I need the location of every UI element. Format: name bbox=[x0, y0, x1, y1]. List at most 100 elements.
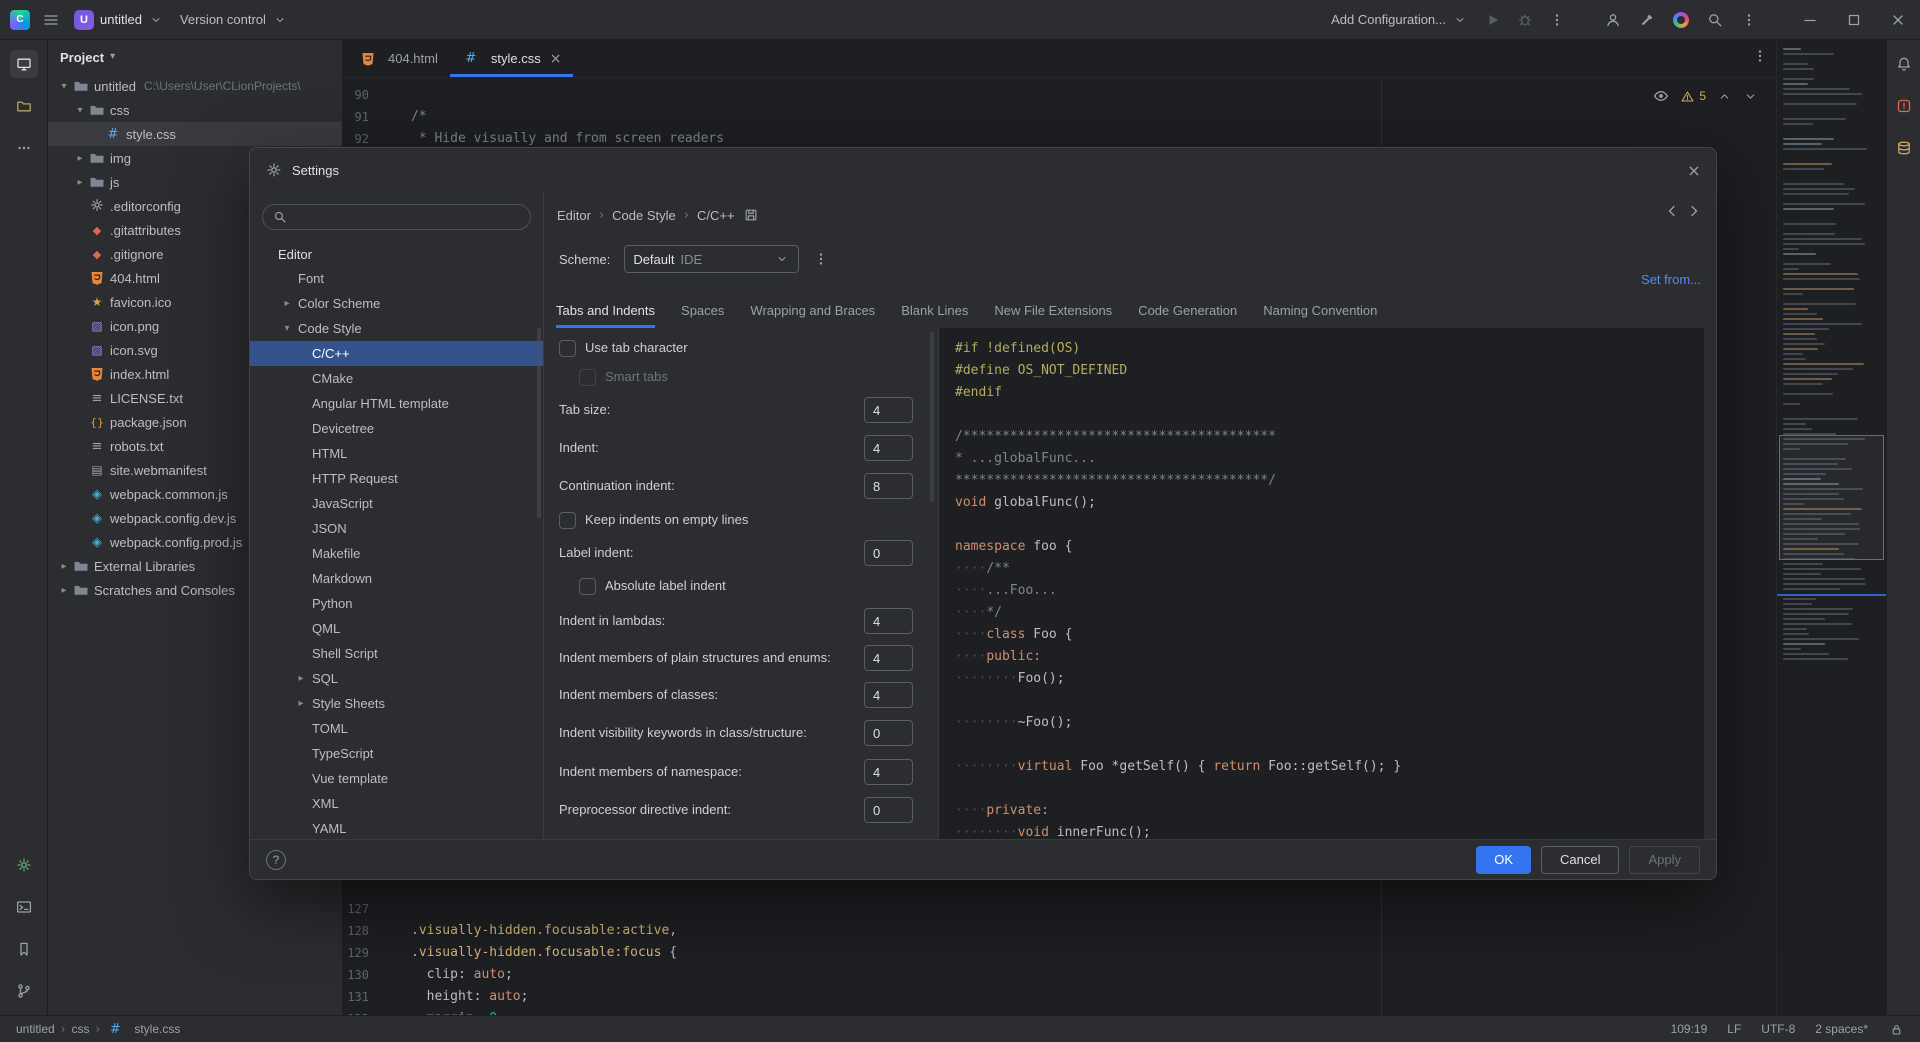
database-tool-window-icon[interactable] bbox=[1890, 134, 1918, 162]
window-minimize-button[interactable] bbox=[1788, 0, 1832, 40]
codestyle-tab-naming-convention[interactable]: Naming Convention bbox=[1263, 292, 1377, 328]
indent-members-of-namespace-input[interactable] bbox=[864, 759, 913, 785]
line-ending[interactable]: LF bbox=[1727, 1022, 1741, 1036]
codestyle-tab-code-generation[interactable]: Code Generation bbox=[1138, 292, 1237, 328]
settings-nav-python[interactable]: Python bbox=[250, 591, 543, 616]
line-number[interactable]: 131 bbox=[343, 986, 369, 1008]
previous-problem-icon[interactable] bbox=[1716, 88, 1732, 104]
vcs-widget[interactable]: Version control bbox=[172, 8, 296, 32]
more-tool-windows-icon[interactable] bbox=[10, 134, 38, 162]
checkbox-label[interactable]: Keep indents on empty lines bbox=[585, 507, 748, 533]
more-run-actions-icon[interactable] bbox=[1542, 5, 1572, 35]
notifications-icon[interactable] bbox=[1890, 50, 1918, 78]
scheme-dropdown[interactable]: Default IDE bbox=[624, 245, 799, 273]
file-encoding[interactable]: UTF-8 bbox=[1761, 1022, 1795, 1036]
status-crumb-css[interactable]: css bbox=[72, 1022, 90, 1036]
editor-tab-options-icon[interactable] bbox=[1752, 48, 1768, 64]
settings-nav-typescript[interactable]: TypeScript bbox=[250, 741, 543, 766]
settings-nav-vue-template[interactable]: Vue template bbox=[250, 766, 543, 791]
search-everywhere-icon[interactable] bbox=[1700, 5, 1730, 35]
settings-sync-icon[interactable] bbox=[10, 851, 38, 879]
plugin-ring-icon[interactable] bbox=[1666, 5, 1696, 35]
tab-size-input[interactable] bbox=[864, 397, 913, 423]
project-tool-window-icon[interactable] bbox=[10, 50, 38, 78]
tree-chevron-icon[interactable]: ▾ bbox=[72, 105, 88, 116]
settings-nav-sql[interactable]: ▸SQL bbox=[250, 666, 543, 691]
keep-indents-on-empty-lines-checkbox[interactable] bbox=[559, 512, 576, 529]
settings-search-input[interactable] bbox=[293, 209, 520, 225]
settings-close-icon[interactable]: × bbox=[1672, 148, 1716, 192]
code-with-me-icon[interactable] bbox=[1598, 5, 1628, 35]
scheme-actions-icon[interactable] bbox=[813, 251, 829, 267]
line-number[interactable]: 127 bbox=[343, 898, 369, 920]
window-close-button[interactable] bbox=[1876, 0, 1920, 40]
settings-nav-style-sheets[interactable]: ▸Style Sheets bbox=[250, 691, 543, 716]
settings-nav-makefile[interactable]: Makefile bbox=[250, 541, 543, 566]
project-tree-item-untitled[interactable]: ▾untitledC:\Users\User\CLionProjects\ bbox=[48, 74, 342, 98]
line-number[interactable]: 130 bbox=[343, 964, 369, 986]
absolute-label-indent-checkbox[interactable] bbox=[579, 578, 596, 595]
help-button[interactable]: ? bbox=[266, 850, 286, 870]
label-indent-input[interactable] bbox=[864, 540, 913, 566]
settings-nav-json[interactable]: JSON bbox=[250, 516, 543, 541]
codestyle-tab-tabs-and-indents[interactable]: Tabs and Indents bbox=[556, 292, 655, 328]
tab-close-icon[interactable]: × bbox=[550, 51, 562, 67]
codestyle-tab-spaces[interactable]: Spaces bbox=[681, 292, 724, 328]
settings-nav-http-request[interactable]: HTTP Request bbox=[250, 466, 543, 491]
indent-members-of-classes-input[interactable] bbox=[864, 682, 913, 708]
settings-nav-color-scheme[interactable]: ▸Color Scheme bbox=[250, 291, 543, 316]
readonly-lock-icon[interactable] bbox=[1888, 1021, 1904, 1037]
cancel-button[interactable]: Cancel bbox=[1541, 846, 1619, 874]
indent-visibility-keywords-in-class-structure-input[interactable] bbox=[864, 720, 913, 746]
tree-chevron-icon[interactable]: ▸ bbox=[294, 698, 308, 709]
breadcrumb-item-code-style[interactable]: Code Style bbox=[612, 208, 676, 223]
main-menu-icon[interactable] bbox=[36, 5, 66, 35]
run-icon[interactable] bbox=[1478, 5, 1508, 35]
caret-position[interactable]: 109:19 bbox=[1671, 1022, 1708, 1036]
tree-chevron-icon[interactable]: ▸ bbox=[294, 673, 308, 684]
next-problem-icon[interactable] bbox=[1742, 88, 1758, 104]
line-number[interactable]: 132 bbox=[343, 1008, 369, 1015]
indent-input[interactable] bbox=[864, 435, 913, 461]
codestyle-tab-wrapping-and-braces[interactable]: Wrapping and Braces bbox=[750, 292, 875, 328]
form-scrollbar[interactable] bbox=[930, 332, 934, 502]
indent-style[interactable]: 2 spaces* bbox=[1815, 1022, 1868, 1036]
tree-chevron-icon[interactable]: ▸ bbox=[72, 153, 88, 164]
breadcrumb[interactable]: Editor›Code Style›C/C++ bbox=[557, 200, 759, 230]
status-crumb-style-css[interactable]: style.css bbox=[134, 1022, 180, 1036]
more-actions-icon[interactable] bbox=[1734, 5, 1764, 35]
tree-chevron-icon[interactable]: ▸ bbox=[72, 177, 88, 188]
continuation-indent-input[interactable] bbox=[864, 473, 913, 499]
window-maximize-button[interactable] bbox=[1832, 0, 1876, 40]
smart-tabs-checkbox[interactable] bbox=[579, 369, 596, 386]
use-tab-character-checkbox[interactable] bbox=[559, 340, 576, 357]
codestyle-tab-blank-lines[interactable]: Blank Lines bbox=[901, 292, 968, 328]
git-tool-window-icon[interactable] bbox=[10, 977, 38, 1005]
add-configuration-button[interactable]: Add Configuration... bbox=[1323, 8, 1476, 32]
settings-nav-xml[interactable]: XML bbox=[250, 791, 543, 816]
settings-nav-font[interactable]: Font bbox=[250, 266, 543, 291]
line-number[interactable]: 129 bbox=[343, 942, 369, 964]
line-number[interactable]: 128 bbox=[343, 920, 369, 942]
settings-nav-cmake[interactable]: CMake bbox=[250, 366, 543, 391]
editor-tab-404-html[interactable]: 404.html bbox=[347, 40, 450, 77]
commit-tool-window-icon[interactable] bbox=[10, 92, 38, 120]
indent-members-of-plain-structures-and-enums-input[interactable] bbox=[864, 645, 913, 671]
debug-icon[interactable] bbox=[1510, 5, 1540, 35]
status-breadcrumbs[interactable]: untitled›css›#style.css bbox=[16, 1022, 180, 1036]
scheme-save-icon[interactable] bbox=[743, 207, 759, 223]
settings-nav-toml[interactable]: TOML bbox=[250, 716, 543, 741]
settings-nav-html[interactable]: HTML bbox=[250, 441, 543, 466]
editor-minimap[interactable] bbox=[1776, 40, 1886, 1015]
forward-icon[interactable] bbox=[1686, 203, 1702, 219]
settings-nav-c-c[interactable]: C/C++ bbox=[250, 341, 543, 366]
line-number[interactable]: 91 bbox=[343, 106, 369, 128]
editor-tab-style-css[interactable]: #style.css× bbox=[450, 40, 574, 77]
tree-chevron-icon[interactable]: ▸ bbox=[56, 561, 72, 572]
checkbox-label[interactable]: Absolute label indent bbox=[605, 573, 726, 599]
problems-tool-window-icon[interactable] bbox=[1890, 92, 1918, 120]
codestyle-tab-new-file-extensions[interactable]: New File Extensions bbox=[994, 292, 1112, 328]
back-icon[interactable] bbox=[1664, 203, 1680, 219]
breadcrumb-item-c-c[interactable]: C/C++ bbox=[697, 208, 735, 223]
tree-chevron-icon[interactable]: ▸ bbox=[280, 298, 294, 309]
